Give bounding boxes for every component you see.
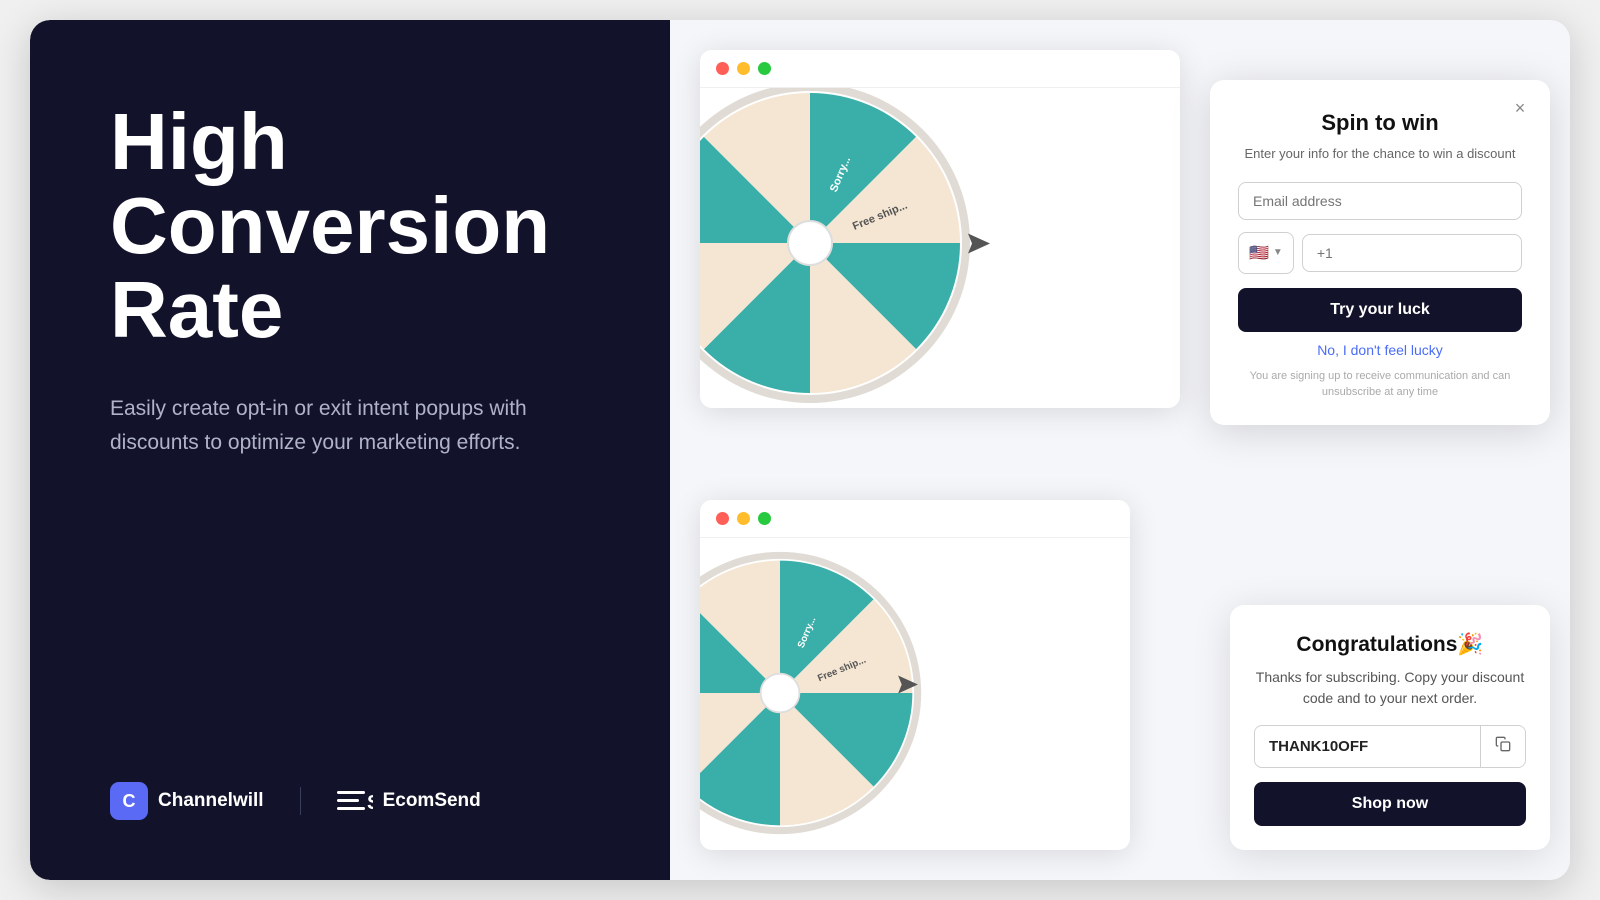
dot-yellow-top[interactable] [737, 62, 750, 75]
discount-code: THANK10OFF [1255, 728, 1480, 765]
ecomsend-logo-icon: S [337, 787, 373, 815]
spin-title: Spin to win [1238, 110, 1522, 136]
hero-content: High Conversion Rate Easily create opt-i… [110, 100, 590, 459]
wheel-arrow-top [968, 233, 990, 258]
hero-title: High Conversion Rate [110, 100, 590, 352]
phone-row: 🇺🇸 ▼ [1238, 232, 1522, 274]
ecomsend-name: EcomSend [383, 790, 481, 812]
svg-text:S: S [367, 792, 373, 814]
dot-red-top[interactable] [716, 62, 729, 75]
title-line2: Conversion [110, 181, 550, 270]
brand-ecomsend: S EcomSend [337, 787, 481, 815]
hero-subtitle: Easily create opt-in or exit intent popu… [110, 392, 530, 459]
right-panel: Free shipping Almost 10% OFF No luck 15%… [670, 20, 1570, 880]
browser-bar-top [700, 50, 1180, 88]
browser-window-bottom: Free shipping Almost 10% OFF No luck 15%… [700, 500, 1130, 850]
dot-green-bottom[interactable] [758, 512, 771, 525]
dropdown-arrow: ▼ [1273, 247, 1283, 258]
browser-window-top: Free shipping Almost 10% OFF No luck 15%… [700, 50, 1180, 408]
country-select[interactable]: 🇺🇸 ▼ [1238, 232, 1294, 274]
phone-input[interactable] [1302, 234, 1522, 272]
congrats-title: Congratulations🎉 [1254, 633, 1526, 657]
dot-red-bottom[interactable] [716, 512, 729, 525]
wheel-bottom: Free shipping Almost 10% OFF No luck 15%… [700, 543, 930, 843]
title-line1: High [110, 97, 288, 186]
dot-green-top[interactable] [758, 62, 771, 75]
congrats-message: Thanks for subscribing. Copy your discou… [1254, 667, 1526, 709]
channelwill-icon: C [110, 782, 148, 820]
spin-win-panel: × Spin to win Enter your info for the ch… [1210, 80, 1550, 425]
brand-logos: C Channelwill S EcomSend [110, 782, 590, 820]
try-luck-button[interactable]: Try your luck [1238, 288, 1522, 332]
brand-divider [300, 787, 301, 815]
main-container: High Conversion Rate Easily create opt-i… [30, 20, 1570, 880]
no-luck-link[interactable]: No, I don't feel lucky [1238, 342, 1522, 358]
title-line3: Rate [110, 265, 283, 354]
flag-emoji: 🇺🇸 [1249, 243, 1269, 263]
spin-disclaimer: You are signing up to receive communicat… [1238, 368, 1522, 401]
browser-bar-bottom [700, 500, 1130, 538]
browser-wheel-area-bottom: Free shipping Almost 10% OFF No luck 15%… [700, 538, 1130, 848]
dot-yellow-bottom[interactable] [737, 512, 750, 525]
browser-wheel-area-top: Free shipping Almost 10% OFF No luck 15%… [700, 88, 1180, 408]
congrats-panel: Congratulations🎉 Thanks for subscribing.… [1230, 605, 1550, 850]
wheel-svg-bottom: Free shipping Almost 10% OFF No luck 15%… [700, 543, 930, 843]
channelwill-name: Channelwill [158, 790, 264, 812]
wheel-svg-top: Free shipping Almost 10% OFF No luck 15%… [700, 88, 980, 408]
discount-row: THANK10OFF [1254, 725, 1526, 768]
brand-channelwill: C Channelwill [110, 782, 264, 820]
shop-now-button[interactable]: Shop now [1254, 782, 1526, 826]
copy-icon [1495, 736, 1511, 752]
spin-subtitle: Enter your info for the chance to win a … [1238, 144, 1522, 164]
left-panel: High Conversion Rate Easily create opt-i… [30, 20, 670, 880]
wheel-top: Free shipping Almost 10% OFF No luck 15%… [700, 88, 1000, 408]
close-button[interactable]: × [1506, 94, 1534, 122]
email-input[interactable] [1238, 182, 1522, 220]
copy-button[interactable] [1480, 726, 1525, 767]
wheel-arrow-bottom [898, 676, 918, 699]
